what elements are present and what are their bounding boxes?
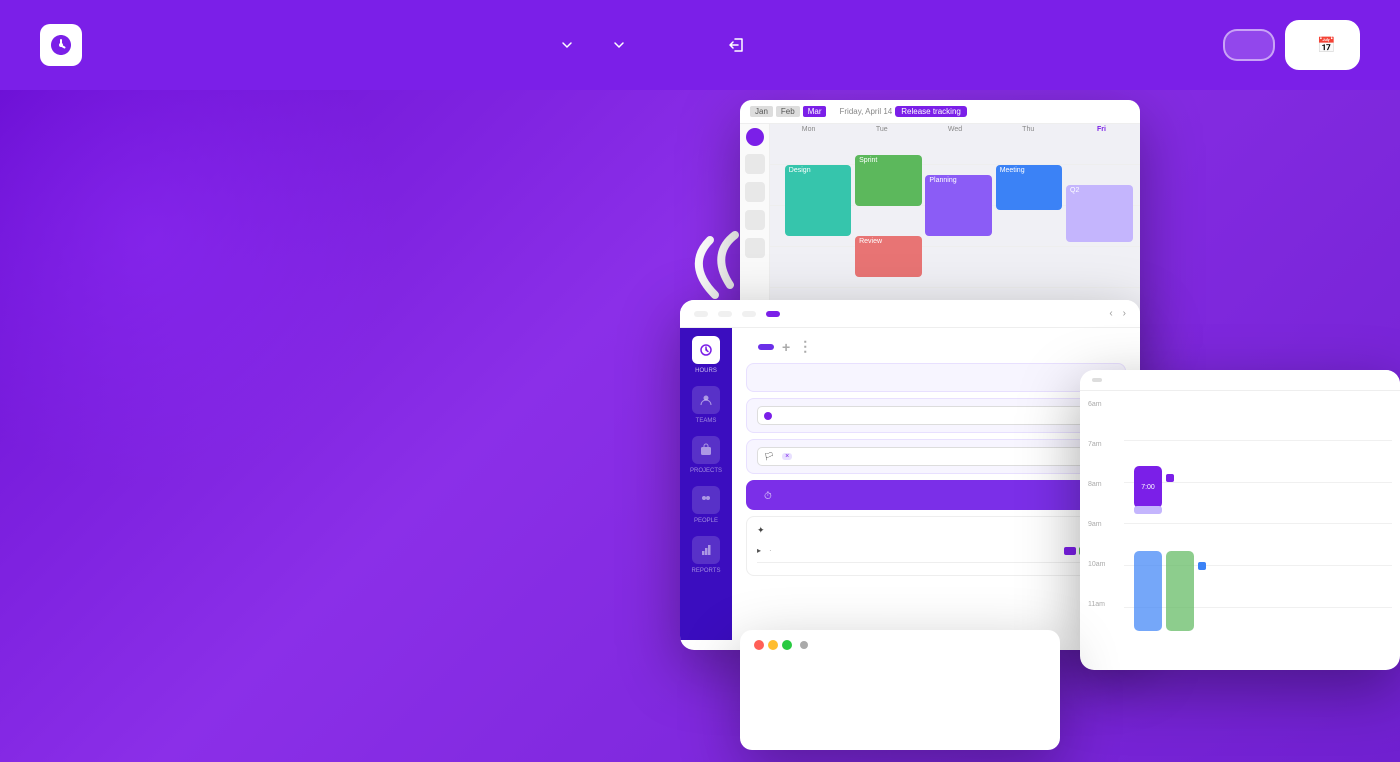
screenshot-day: ‹ › HOURS TEAMS PROJECTS bbox=[680, 300, 1140, 650]
event-block-2 bbox=[1134, 551, 1162, 631]
tag-row: 🏳 × ▾ bbox=[746, 439, 1126, 474]
logged-time-box: ⏱ bbox=[746, 480, 1126, 510]
memory-row: ▸ · × bbox=[757, 542, 1115, 559]
screenshot-calendar: Jan Feb Mar Friday, April 14 Release tra… bbox=[740, 100, 1140, 330]
day-nav-prev[interactable]: ‹ bbox=[1109, 308, 1112, 319]
team-icon bbox=[692, 386, 720, 414]
hours-icon bbox=[692, 336, 720, 364]
screenshot-tracking bbox=[740, 630, 1060, 750]
logo-icon bbox=[40, 24, 82, 66]
tag-select[interactable]: 🏳 × ▾ bbox=[757, 447, 1115, 466]
nav-pricing[interactable] bbox=[646, 37, 674, 53]
nav-product[interactable] bbox=[542, 30, 588, 60]
book-demo-button[interactable]: 📅 bbox=[1285, 20, 1360, 70]
reports-icon bbox=[692, 536, 720, 564]
project-select[interactable]: ▾ bbox=[757, 406, 1115, 425]
nav-cta: 📅 bbox=[1223, 20, 1360, 70]
navbar: 📅 bbox=[0, 0, 1400, 90]
add-entry-btn[interactable]: + bbox=[782, 339, 790, 355]
start-trial-button[interactable] bbox=[1223, 29, 1275, 61]
cal-event-6: Q2 bbox=[1066, 185, 1133, 242]
screenshot-right-panel: 6am 7am 8am 9am 10am 11am bbox=[1080, 370, 1400, 670]
memories-header: ✦ bbox=[757, 525, 1115, 536]
day-header: ‹ › bbox=[680, 300, 1140, 328]
nav-talk-to-sales[interactable] bbox=[680, 37, 708, 53]
timer-btn[interactable]: ⏱ bbox=[764, 491, 772, 502]
logo[interactable] bbox=[40, 24, 92, 66]
rp-body: 6am 7am 8am 9am 10am 11am bbox=[1080, 391, 1400, 657]
nav-resources[interactable] bbox=[594, 30, 640, 60]
projects-icon bbox=[692, 436, 720, 464]
rp-time-col: 6am 7am 8am 9am 10am 11am bbox=[1088, 399, 1116, 649]
hero-content bbox=[70, 140, 690, 168]
cal-sidebar bbox=[740, 124, 770, 328]
event-block-1b bbox=[1134, 506, 1162, 514]
q2-label bbox=[1166, 469, 1177, 487]
nav-day-btn[interactable] bbox=[766, 311, 780, 317]
app-screenshots: Jan Feb Mar Friday, April 14 Release tra… bbox=[680, 90, 1400, 762]
cal-event-3: Review bbox=[855, 236, 922, 277]
cal-event-4: Planning bbox=[925, 175, 992, 236]
cal-event-1: Design bbox=[785, 165, 852, 236]
timesheet-row: + ⋮ bbox=[746, 338, 1126, 355]
rp-header bbox=[1080, 370, 1400, 391]
timesheet-badge[interactable] bbox=[758, 344, 774, 350]
people-icon bbox=[692, 486, 720, 514]
day-sidebar: HOURS TEAMS PROJECTS PEOPLE bbox=[680, 328, 732, 640]
day-body: HOURS TEAMS PROJECTS PEOPLE bbox=[680, 328, 1140, 640]
entry-options-btn[interactable]: ⋮ bbox=[798, 338, 812, 355]
day-main-content: + ⋮ ✦ bbox=[732, 328, 1140, 640]
event-block-1: 7:00 bbox=[1134, 466, 1162, 508]
cal-main: Mon Tue Wed Thu Fri Design Sprint Review… bbox=[770, 124, 1140, 328]
nav-me-btn[interactable] bbox=[694, 311, 708, 317]
memories-section: ✦ ▸ · bbox=[746, 516, 1126, 576]
cal-header: Jan Feb Mar Friday, April 14 Release tra… bbox=[740, 100, 1140, 124]
nav-links bbox=[542, 29, 764, 61]
nav-month-btn[interactable] bbox=[718, 311, 732, 317]
rp-chart: 7:00 bbox=[1124, 399, 1392, 649]
calendar-icon: 📅 bbox=[1317, 36, 1336, 54]
cal-body: Mon Tue Wed Thu Fri Design Sprint Review… bbox=[740, 124, 1140, 328]
day-nav-next[interactable]: › bbox=[1123, 308, 1126, 319]
pdt-label bbox=[1092, 378, 1102, 382]
tracking-bar bbox=[740, 630, 1060, 660]
event-block-3 bbox=[1166, 551, 1194, 631]
cal-event-2: Sprint bbox=[855, 155, 922, 206]
add-note-row: ✦ bbox=[746, 363, 1126, 392]
cal-event-5: Meeting bbox=[996, 165, 1063, 210]
tracking-dot bbox=[800, 641, 808, 649]
nav-login[interactable] bbox=[714, 29, 764, 61]
seg-label bbox=[1198, 557, 1209, 575]
project-row: ▾ bbox=[746, 398, 1126, 433]
memory-billable bbox=[757, 562, 1115, 567]
nav-week-btn[interactable] bbox=[742, 311, 756, 317]
hero-section: Jan Feb Mar Friday, April 14 Release tra… bbox=[0, 90, 1400, 762]
